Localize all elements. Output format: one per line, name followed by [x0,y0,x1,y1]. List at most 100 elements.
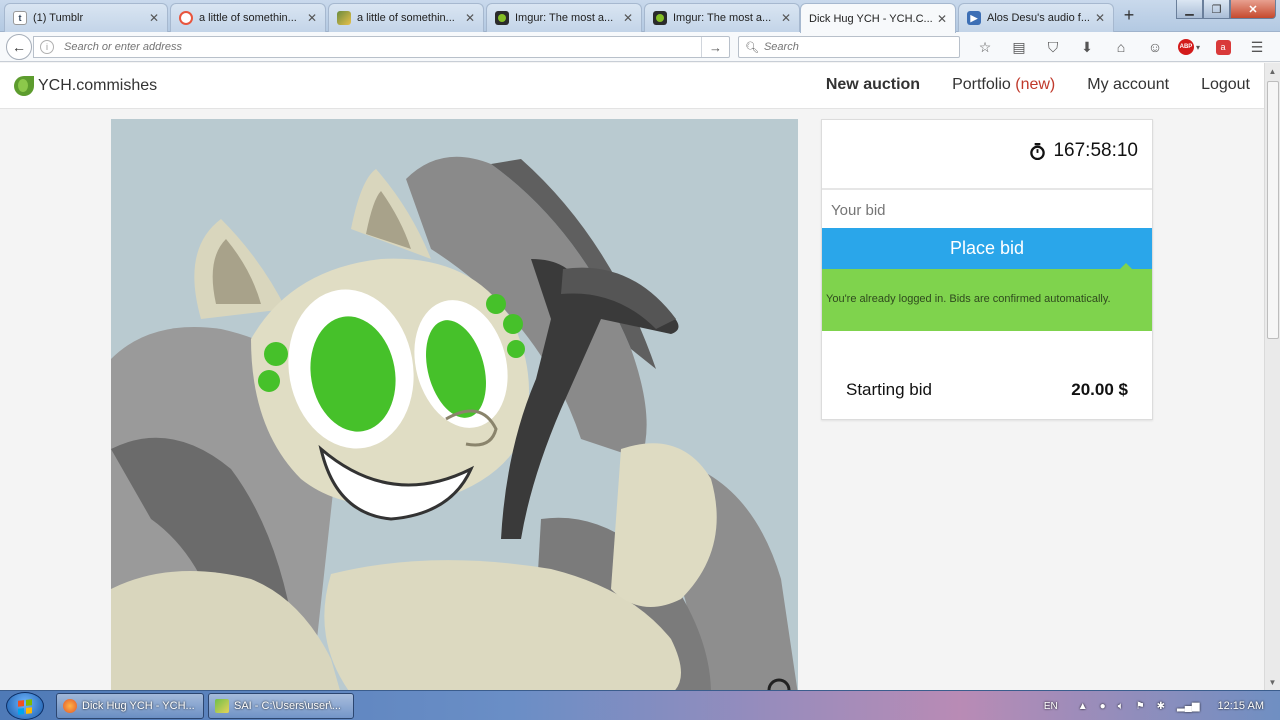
minimize-icon[interactable]: ▁ [1176,0,1203,19]
go-arrow-icon[interactable]: → [701,37,729,57]
scrollbar-thumb[interactable] [1267,81,1279,339]
timer-value: 167:58:10 [1053,140,1138,161]
start-button[interactable] [6,692,44,720]
starting-bid-row: Starting bid 20.00 $ [846,380,1128,400]
tab-title: Alos Desu's audio f... [987,12,1090,24]
window-close-icon[interactable]: ✕ [1230,0,1276,19]
windows-taskbar: Dick Hug YCH - YCH... SAI - C:\Users\use… [0,690,1280,720]
notice-caret [1120,263,1132,269]
close-icon[interactable]: ✕ [781,11,791,25]
close-icon[interactable]: ✕ [937,12,947,26]
tab-tumblr[interactable]: t (1) Tumblr ✕ [4,3,168,32]
back-arrow-icon: ← [12,39,26,55]
search-box[interactable]: 🔍︎ [738,36,960,58]
artwork-thumb-icon [337,11,351,25]
back-button[interactable]: ← [6,34,32,60]
taskbar-clock[interactable]: 12:15 AM [1218,700,1264,712]
tab-imgur-2[interactable]: Imgur: The most a... ✕ [644,3,800,32]
login-notice: You're already logged in. Bids are confi… [822,263,1152,331]
taskbar-item-label: SAI - C:\Users\user\... [234,700,341,712]
auction-artwork-image [111,119,798,690]
web-page: YCH.commishes New auction Portfolio (new… [0,63,1264,690]
reading-list-icon[interactable]: ▤ [1002,36,1036,58]
address-input[interactable] [54,41,701,53]
adblock-icon[interactable]: ABP ▾ [1172,36,1206,58]
search-input[interactable] [758,41,959,53]
browser-tab-strip: t (1) Tumblr ✕ a little of somethin... ✕… [0,0,1280,33]
windows-logo-icon [18,699,32,715]
place-bid-button[interactable]: Place bid [822,228,1152,269]
tab-title: Imgur: The most a... [515,12,614,24]
navigation-toolbar: ← i → 🔍︎ ☆ ▤ ⛉ ⬇ ⌂ ☺ ABP▾ a ☰ [0,32,1280,62]
notice-text: You're already logged in. Bids are confi… [826,293,1111,305]
tab-imgur-1[interactable]: Imgur: The most a... ✕ [486,3,642,32]
bid-panel: 167:58:10 Place bid You're already logge… [821,119,1153,420]
close-icon[interactable]: ✕ [465,11,475,25]
site-logo[interactable]: YCH.commishes [14,76,157,96]
extension-icon[interactable]: a [1206,36,1240,58]
scroll-up-icon[interactable]: ▲ [1265,63,1280,79]
close-icon[interactable]: ✕ [623,11,633,25]
site-logo-text: YCH.commishes [38,77,158,94]
language-indicator[interactable]: EN [1044,701,1058,712]
page-scrollbar[interactable]: ▲ ▼ [1264,63,1280,690]
action-center-flag-icon[interactable]: ⚑ [1136,701,1145,712]
tab-audio[interactable]: ▶ Alos Desu's audio f... ✕ [958,3,1114,32]
taskbar-item-firefox[interactable]: Dick Hug YCH - YCH... [56,693,204,719]
sai-icon [215,699,229,713]
starting-bid-label: Starting bid [846,380,932,399]
volume-icon[interactable]: 🔈︎ [1118,701,1124,712]
tumblr-icon: t [13,11,27,25]
stopwatch-icon [1030,142,1046,160]
close-icon[interactable]: ✕ [307,11,317,25]
tab-patreon[interactable]: a little of somethin... ✕ [170,3,326,32]
site-info-icon[interactable]: i [40,40,54,54]
system-tray: EN ▲ ● 🔈︎ ⚑ ✱ ▂▄▆ 12:15 AM [1044,691,1280,720]
new-tab-button[interactable]: + [1118,5,1140,26]
nav-new-auction[interactable]: New auction [826,76,920,94]
bookmark-star-icon[interactable]: ☆ [968,36,1002,58]
tab-title: a little of somethin... [357,12,455,24]
menu-icon[interactable]: ☰ [1240,36,1274,58]
scroll-down-icon[interactable]: ▼ [1265,674,1280,690]
artwork-illustration [111,119,798,690]
download-icon[interactable]: ⬇ [1070,36,1104,58]
window-controls: ▁ ❐ ✕ [1176,0,1276,19]
search-icon: 🔍︎ [745,41,759,54]
taskbar-item-sai[interactable]: SAI - C:\Users\user\... [208,693,354,719]
close-icon[interactable]: ✕ [149,11,159,25]
nav-portfolio-label: Portfolio [952,76,1011,93]
portfolio-new-badge: (new) [1015,76,1056,93]
toolbar-icons: ☆ ▤ ⛉ ⬇ ⌂ ☺ ABP ▾ a ☰ [968,36,1274,58]
patreon-icon [179,11,193,25]
tray-app-icon[interactable]: ● [1100,701,1106,712]
nav-logout[interactable]: Logout [1201,76,1250,94]
nav-portfolio[interactable]: Portfolio (new) [952,76,1055,94]
maximize-icon[interactable]: ❐ [1203,0,1230,19]
leaf-logo-icon [14,76,34,96]
tab-title: Imgur: The most a... [673,12,772,24]
site-nav: New auction Portfolio (new) My account L… [794,76,1250,94]
tab-ych-active[interactable]: Dick Hug YCH - YCH.C... ✕ [800,3,956,33]
taskbar-item-label: Dick Hug YCH - YCH... [82,700,195,712]
site-header: YCH.commishes New auction Portfolio (new… [0,63,1264,109]
starting-bid-value: 20.00 $ [1071,380,1128,399]
network-signal-icon[interactable]: ▂▄▆ [1177,701,1199,712]
home-icon[interactable]: ⌂ [1104,36,1138,58]
imgur-icon [653,11,667,25]
firefox-icon [63,699,77,713]
nav-my-account[interactable]: My account [1087,76,1169,94]
show-hidden-icons[interactable]: ▲ [1078,701,1088,712]
audio-play-icon: ▶ [967,11,981,25]
chat-icon[interactable]: ☺ [1138,36,1172,58]
close-icon[interactable]: ✕ [1095,11,1105,25]
tab-title: Dick Hug YCH - YCH.C... [809,12,933,25]
tab-title: (1) Tumblr [33,12,84,24]
tab-artwork[interactable]: a little of somethin... ✕ [328,3,484,32]
pocket-icon[interactable]: ⛉ [1036,36,1070,58]
bid-amount-input[interactable] [822,192,1152,228]
auction-timer: 167:58:10 [1029,140,1138,162]
tray-plugin-icon[interactable]: ✱ [1157,701,1165,712]
address-bar[interactable]: i → [33,36,730,58]
imgur-icon [495,11,509,25]
